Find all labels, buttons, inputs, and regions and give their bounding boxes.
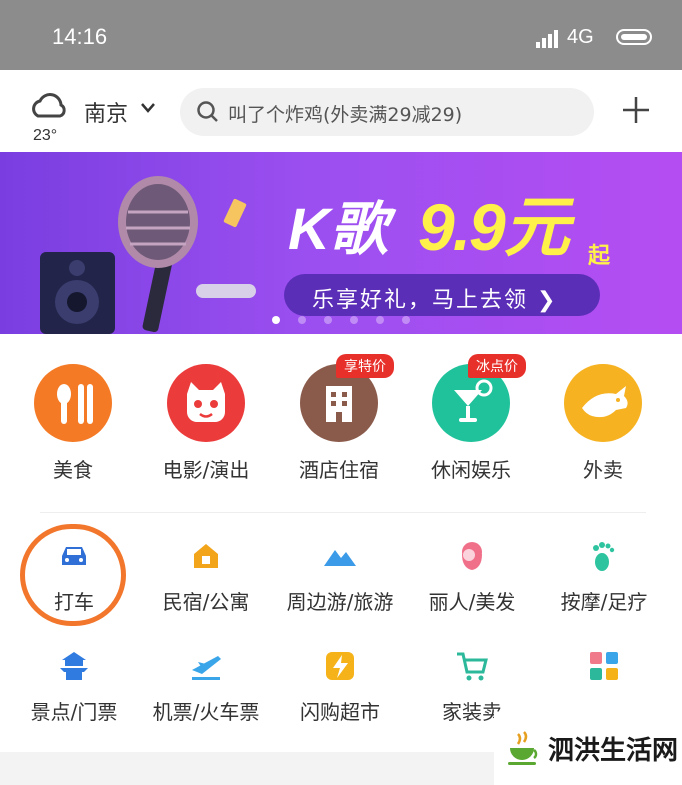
- watermark-text: 泗洪生活网: [548, 736, 679, 766]
- footprint-icon: [593, 542, 615, 571]
- signal-icon: [536, 30, 558, 48]
- plane-icon: [192, 656, 221, 680]
- carousel-dot[interactable]: [324, 316, 332, 324]
- cart-icon: [457, 652, 488, 681]
- banner-subtitle: 乐享好礼，马上去领 ❯: [312, 288, 558, 313]
- banner-cta[interactable]: 乐享好礼，马上去领 ❯: [284, 274, 600, 316]
- divider: [40, 512, 646, 513]
- cloud-weather-icon: [32, 93, 66, 118]
- kangaroo-icon: [564, 364, 642, 442]
- search-icon: [197, 101, 218, 122]
- mountain-icon: [324, 550, 356, 566]
- category-label: 民宿/公寓: [162, 590, 250, 614]
- carousel-dot[interactable]: [350, 316, 358, 324]
- lightning-icon: [326, 652, 354, 680]
- highlight-circle: [20, 524, 126, 626]
- cat-face-icon: [167, 364, 245, 442]
- top-header: 23° 南京 叫了个炸鸡(外卖满29减29): [0, 70, 682, 152]
- city-selector[interactable]: 南京: [84, 96, 128, 128]
- category-grid: 美食 电影/演出 享特价 酒店住宿 冰点价 休闲娱乐 外卖 打车 民宿/公寓 周…: [0, 334, 682, 752]
- category-label: 美食: [53, 458, 93, 482]
- deal-badge: 享特价: [336, 354, 394, 378]
- category-label: 外卖: [583, 458, 623, 482]
- house-icon: [194, 544, 218, 568]
- category-label: 电影/演出: [162, 458, 250, 482]
- category-label: 酒店住宿: [299, 458, 379, 482]
- category-label: 按摩/足疗: [560, 590, 648, 614]
- category-label: 景点/门票: [30, 700, 118, 724]
- category-label: 周边游/旅游: [286, 590, 394, 614]
- banner-title-suffix: 起: [588, 244, 611, 269]
- status-bar: 14:16 4G: [0, 0, 682, 70]
- banner-title-k: K歌: [288, 197, 388, 262]
- pagoda-icon: [60, 652, 88, 680]
- chevron-down-icon[interactable]: [140, 102, 156, 114]
- category-label: 丽人/美发: [428, 590, 516, 614]
- teacup-logo-icon: [508, 731, 538, 765]
- watermark: 泗洪生活网: [494, 712, 682, 785]
- carousel-dot[interactable]: [298, 316, 306, 324]
- banner-title-price: 9.9元: [418, 190, 570, 264]
- battery-icon: [616, 29, 652, 45]
- plus-icon[interactable]: [621, 95, 651, 125]
- category-label: 休闲娱乐: [431, 458, 511, 482]
- deal-badge: 冰点价: [468, 354, 526, 378]
- carousel-dot[interactable]: [272, 316, 280, 324]
- network-type: 4G: [567, 26, 594, 48]
- search-bar[interactable]: 叫了个炸鸡(外卖满29减29): [180, 88, 594, 136]
- category-label: 闪购超市: [300, 700, 380, 724]
- microphone-speaker-illustration: [40, 176, 256, 334]
- category-label: 机票/火车票: [152, 700, 260, 724]
- temperature: 23°: [33, 127, 58, 144]
- woman-head-icon: [462, 542, 482, 570]
- grid-icon: [590, 652, 618, 680]
- status-time: 14:16: [52, 24, 108, 49]
- search-placeholder: 叫了个炸鸡(外卖满29减29): [228, 104, 463, 126]
- carousel-dot[interactable]: [402, 316, 410, 324]
- carousel-dot[interactable]: [376, 316, 384, 324]
- food-icon: [34, 364, 112, 442]
- promo-banner[interactable]: K歌 9.9元 起 乐享好礼，马上去领 ❯: [0, 152, 682, 334]
